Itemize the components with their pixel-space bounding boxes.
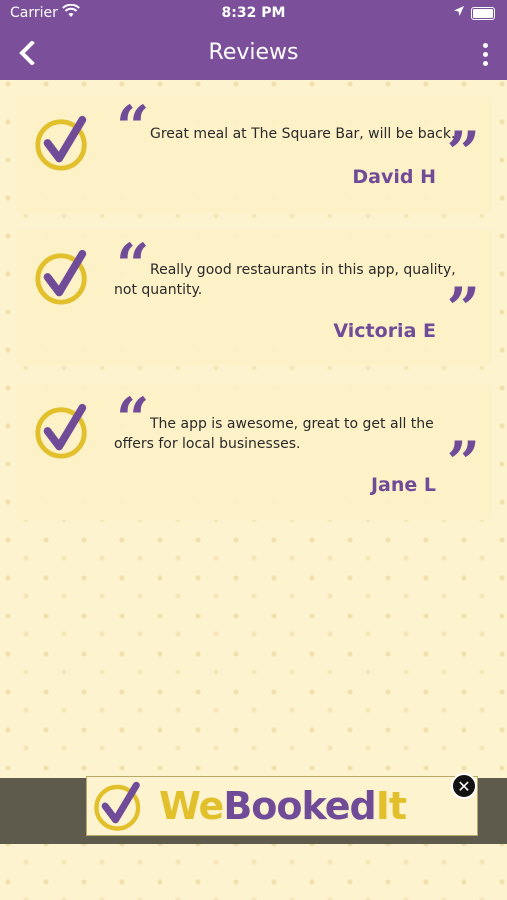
review-author: Jane L xyxy=(370,474,436,496)
close-quote-icon: ” xyxy=(446,275,480,343)
close-ad-button[interactable]: ✕ xyxy=(451,773,477,799)
dot-icon xyxy=(482,60,488,66)
review-author: Victoria E xyxy=(333,320,436,342)
review-author: David H xyxy=(352,166,436,188)
close-quote-icon: ” xyxy=(446,119,480,187)
dot-icon xyxy=(482,51,488,57)
ad-brand-name: WeBookedIt xyxy=(159,784,407,828)
page-title: Reviews xyxy=(208,40,299,65)
checkmark-logo-icon xyxy=(35,403,87,459)
clock: 8:32 PM xyxy=(221,5,286,21)
dot-icon xyxy=(482,42,488,48)
status-bar: Carrier 8:32 PM xyxy=(0,0,507,28)
checkmark-logo-icon xyxy=(35,115,87,171)
review-text: Really good restaurants in this app, qua… xyxy=(114,262,456,298)
ad-banner[interactable]: WeBookedIt xyxy=(86,776,478,836)
review-card: “ The app is awesome, great to get all t… xyxy=(16,384,492,520)
battery-icon xyxy=(471,7,495,20)
review-card: “ Great meal at The Square Bar, will be … xyxy=(16,96,492,214)
review-text: The app is awesome, great to get all the… xyxy=(114,416,434,452)
more-options-button[interactable] xyxy=(475,38,495,70)
checkmark-logo-icon xyxy=(35,249,87,305)
close-icon: ✕ xyxy=(457,776,471,796)
review-text: Great meal at The Square Bar, will be ba… xyxy=(150,126,456,142)
location-arrow-icon xyxy=(453,5,465,21)
close-quote-icon: ” xyxy=(446,429,480,497)
review-card: “ Really good restaurants in this app, q… xyxy=(16,230,492,366)
webookedit-logo-icon xyxy=(94,781,141,831)
nav-bar: Reviews xyxy=(0,28,507,80)
